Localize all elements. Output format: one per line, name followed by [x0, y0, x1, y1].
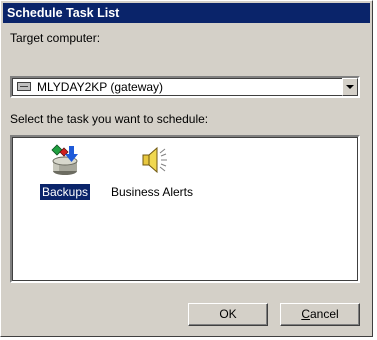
task-item-label: Business Alerts — [110, 185, 194, 199]
target-computer-label: Target computer: — [10, 31, 101, 45]
ok-button[interactable]: OK — [188, 303, 268, 326]
computer-icon — [17, 82, 31, 91]
dropdown-button[interactable] — [342, 78, 358, 96]
chevron-down-icon — [346, 85, 354, 89]
cancel-button[interactable]: Cancel — [280, 303, 360, 326]
task-list[interactable]: Backups Business Alerts — [10, 135, 360, 283]
task-item-business-alerts[interactable]: Business Alerts — [107, 143, 197, 200]
window-title: Schedule Task List — [7, 6, 120, 20]
speaker-alert-icon — [134, 143, 170, 177]
target-computer-value: MLYDAY2KP (gateway) — [37, 80, 164, 94]
backup-icon — [47, 143, 83, 177]
task-item-label: Backups — [39, 184, 91, 200]
task-select-label: Select the task you want to schedule: — [10, 112, 209, 126]
schedule-task-dialog: Schedule Task List Target computer: MLYD… — [0, 0, 373, 337]
title-bar[interactable]: Schedule Task List — [3, 3, 370, 23]
target-computer-select[interactable]: MLYDAY2KP (gateway) — [10, 76, 360, 98]
task-item-backups[interactable]: Backups — [20, 143, 110, 200]
